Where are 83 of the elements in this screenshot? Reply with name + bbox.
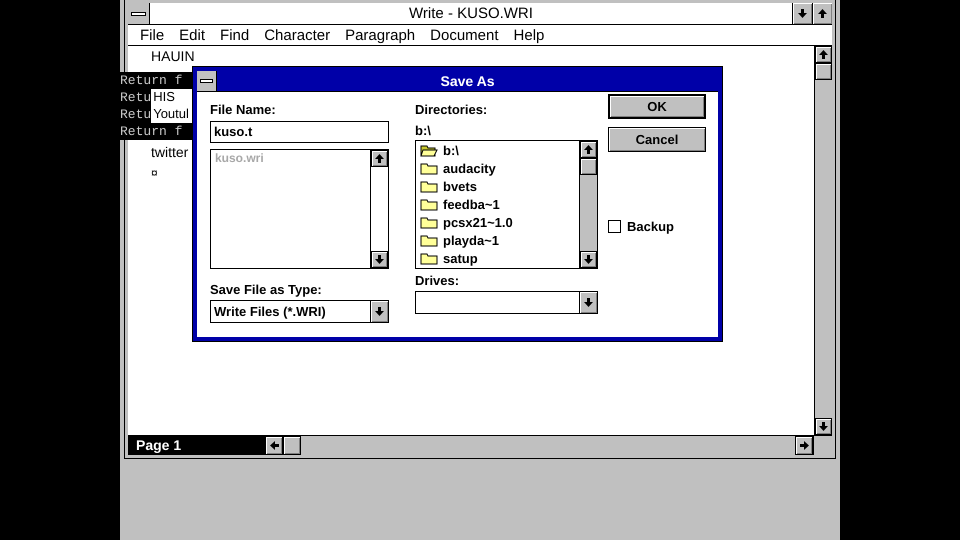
directory-name: playda~1 — [443, 232, 500, 248]
field-label: Drives: — [415, 272, 460, 289]
directory-item[interactable]: pcsx21~1.0 — [418, 213, 579, 231]
horizontal-scrollbar[interactable] — [265, 436, 813, 455]
field-label: Save File as Type: — [210, 281, 323, 298]
scroll-thumb[interactable] — [580, 158, 597, 175]
arrow-down-icon — [798, 9, 807, 18]
system-menu-button[interactable] — [128, 3, 150, 24]
minimize-button[interactable] — [792, 3, 812, 24]
document-text: HIS — [151, 89, 193, 106]
menu-item[interactable]: Paragraph — [343, 26, 428, 44]
page-indicator: Page 1 — [128, 436, 265, 455]
scroll-left-button[interactable] — [265, 436, 283, 455]
directory-item[interactable]: b:\ — [418, 141, 579, 159]
scroll-down-button[interactable] — [371, 251, 388, 268]
menu-item[interactable]: Document — [428, 26, 512, 44]
arrow-up-icon — [818, 9, 827, 18]
directory-item[interactable]: satup — [418, 249, 579, 267]
folder-icon — [420, 180, 438, 192]
menu-item[interactable]: Edit — [177, 26, 218, 44]
directory-name: pcsx21~1.0 — [443, 214, 513, 230]
scroll-down-button[interactable] — [815, 418, 832, 435]
folder-icon — [420, 234, 438, 246]
directory-name: feedba~1 — [443, 196, 500, 212]
file-type-dropdown[interactable]: Write Files (*.WRI) — [210, 300, 389, 323]
document-text: twitter — [151, 144, 188, 160]
menu-item[interactable]: Character — [262, 26, 344, 44]
folder-icon — [420, 162, 438, 174]
scroll-down-button[interactable] — [580, 251, 597, 268]
dialog-button[interactable]: OK — [608, 94, 706, 119]
window-title: Write - KUSO.WRI — [408, 4, 534, 24]
dialog-button[interactable]: Cancel — [608, 127, 706, 152]
directory-item[interactable]: feedba~1 — [418, 195, 579, 213]
directory-name: b:\ — [443, 142, 459, 158]
scroll-thumb[interactable] — [283, 436, 301, 455]
scroll-right-button[interactable] — [795, 436, 813, 455]
arrow-down-icon — [375, 255, 384, 264]
checkbox-label: Backup — [627, 219, 674, 234]
arrow-down-icon — [819, 422, 828, 431]
dialog-title: Save As — [440, 72, 496, 91]
minus-icon — [131, 12, 146, 16]
console-text: Retu — [120, 89, 152, 106]
folder-icon — [420, 252, 438, 264]
directory-name: satup — [443, 250, 478, 266]
directory-name: audacity — [443, 160, 496, 176]
folder-icon — [420, 216, 438, 228]
menu-item[interactable]: File — [138, 26, 178, 44]
console-text: Return f — [120, 123, 182, 140]
arrow-up-icon — [819, 50, 828, 59]
current-path: b:\ — [415, 122, 432, 139]
arrow-right-icon — [800, 441, 808, 450]
arrow-up-icon — [584, 145, 593, 154]
open-folder-icon — [420, 144, 438, 156]
arrow-down-icon — [584, 255, 593, 264]
console-text: Return f — [120, 72, 182, 89]
maximize-button[interactable] — [812, 3, 832, 24]
directory-list[interactable]: b:\ audacity bvets feedba~1 pcsx21~1.0 playda~1 satup — [415, 140, 598, 269]
field-label: Directories: — [415, 101, 488, 118]
arrow-down-icon — [375, 307, 384, 316]
directory-item[interactable]: audacity — [418, 159, 579, 177]
menu-item[interactable]: Find — [218, 26, 262, 44]
minus-icon — [200, 79, 213, 83]
scroll-up-button[interactable] — [371, 150, 388, 167]
field-label: File Name: — [210, 101, 277, 118]
file-name-field[interactable]: kuso.t — [210, 121, 389, 143]
scroll-up-button[interactable] — [815, 46, 832, 63]
system-menu-button[interactable] — [197, 71, 217, 91]
directory-name: bvets — [443, 178, 477, 194]
document-text: HAUIN — [151, 48, 195, 64]
document-text: Youtul — [151, 106, 193, 123]
arrow-down-icon — [584, 298, 593, 307]
menu-item[interactable]: Help — [512, 26, 558, 44]
scroll-thumb[interactable] — [815, 63, 832, 80]
scroll-up-button[interactable] — [580, 141, 597, 158]
drives-dropdown[interactable] — [415, 291, 598, 314]
directory-item[interactable]: playda~1 — [418, 231, 579, 249]
arrow-up-icon — [375, 154, 384, 163]
backup-checkbox[interactable] — [608, 220, 621, 233]
folder-icon — [420, 198, 438, 210]
directory-item[interactable]: bvets — [418, 177, 579, 195]
document-text: ¤ — [151, 166, 158, 180]
arrow-left-icon — [270, 441, 278, 450]
console-text: Retu — [120, 106, 152, 123]
